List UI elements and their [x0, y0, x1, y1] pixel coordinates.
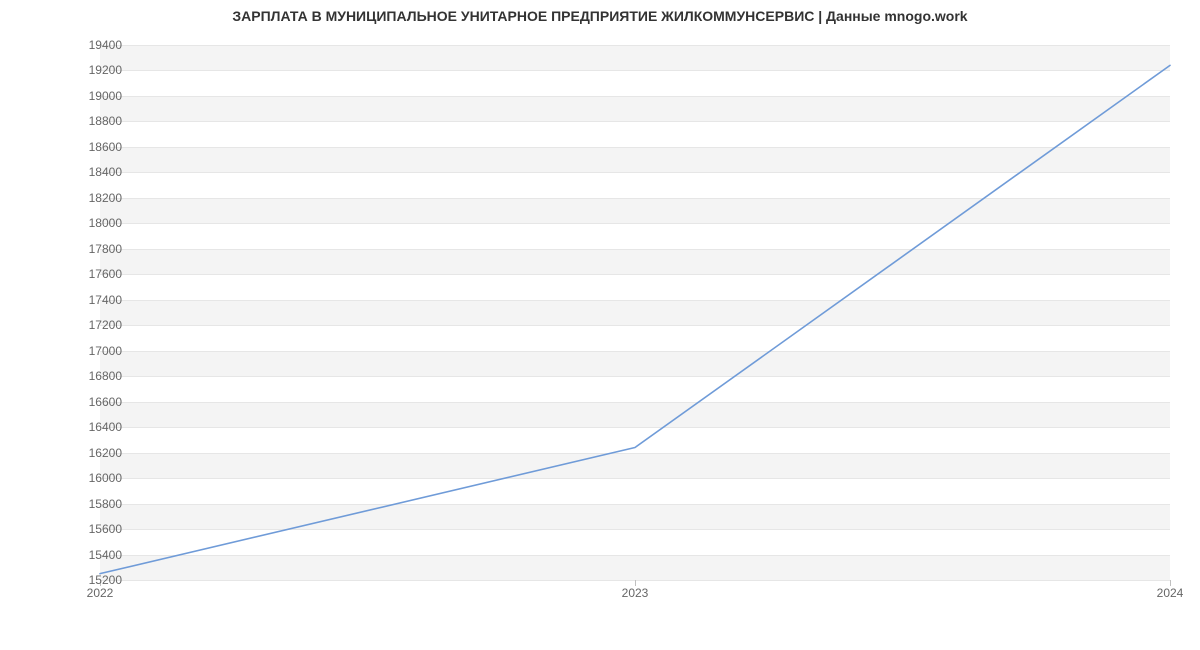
plot-area — [100, 45, 1170, 581]
y-tick-label: 16600 — [32, 395, 122, 409]
y-tick-label: 16000 — [32, 471, 122, 485]
y-tick-label: 16200 — [32, 446, 122, 460]
y-tick-label: 17400 — [32, 293, 122, 307]
y-tick-label: 18400 — [32, 165, 122, 179]
y-tick-label: 15200 — [32, 573, 122, 587]
y-tick-label: 15800 — [32, 497, 122, 511]
y-tick-label: 18000 — [32, 216, 122, 230]
x-tick-label: 2024 — [1157, 586, 1184, 600]
y-tick-label: 15400 — [32, 548, 122, 562]
series-line — [100, 65, 1170, 573]
y-tick-label: 17600 — [32, 267, 122, 281]
y-tick-label: 17800 — [32, 242, 122, 256]
salary-line-chart: ЗАРПЛАТА В МУНИЦИПАЛЬНОЕ УНИТАРНОЕ ПРЕДП… — [0, 0, 1200, 650]
y-tick-label: 17200 — [32, 318, 122, 332]
y-tick-label: 18800 — [32, 114, 122, 128]
x-tick-label: 2022 — [87, 586, 114, 600]
line-layer — [100, 45, 1170, 580]
y-tick-label: 15600 — [32, 522, 122, 536]
y-tick-label: 19200 — [32, 63, 122, 77]
chart-title: ЗАРПЛАТА В МУНИЦИПАЛЬНОЕ УНИТАРНОЕ ПРЕДП… — [0, 8, 1200, 24]
y-tick-label: 17000 — [32, 344, 122, 358]
x-tick-label: 2023 — [622, 586, 649, 600]
y-tick-label: 18600 — [32, 140, 122, 154]
y-tick-label: 16400 — [32, 420, 122, 434]
y-tick-label: 19400 — [32, 38, 122, 52]
y-tick-label: 18200 — [32, 191, 122, 205]
y-tick-label: 16800 — [32, 369, 122, 383]
y-tick-label: 19000 — [32, 89, 122, 103]
